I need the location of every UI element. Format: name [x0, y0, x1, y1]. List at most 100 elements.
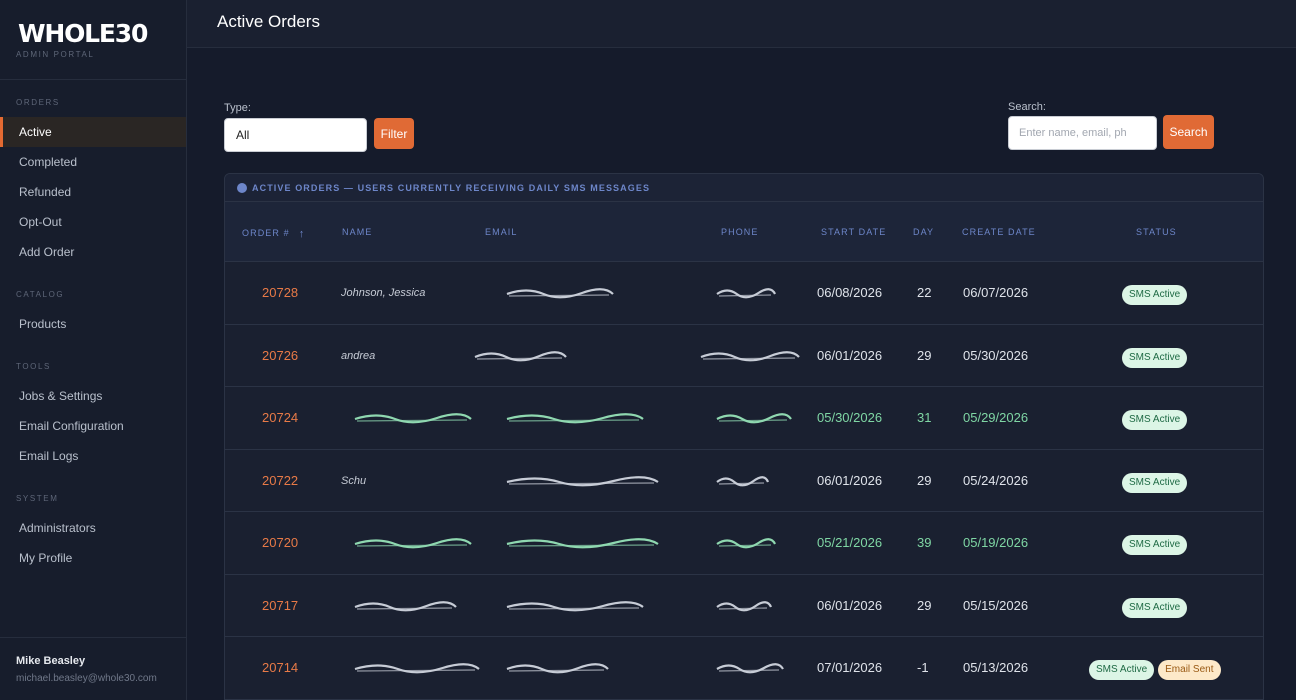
table-body: 20728 Johnson, Jessica 06/08/2026 22 06/…: [225, 262, 1263, 700]
col-phone[interactable]: PHONE: [721, 227, 759, 237]
orders-table: ACTIVE ORDERS — USERS CURRENTLY RECEIVIN…: [224, 173, 1264, 700]
col-status[interactable]: STATUS: [1136, 227, 1177, 237]
day-count: -1: [917, 660, 929, 675]
col-order-label: ORDER #: [242, 228, 290, 238]
status-cell: SMS Active: [1122, 450, 1188, 512]
name-redacted: [354, 600, 457, 611]
order-number-link[interactable]: 20720: [262, 512, 298, 574]
start-date: 05/21/2026: [817, 535, 883, 550]
order-number-link[interactable]: 20717: [262, 575, 298, 637]
status-badge: SMS Active: [1122, 410, 1188, 430]
order-number-link[interactable]: 20724: [262, 387, 298, 449]
col-start-date[interactable]: START DATE: [821, 227, 886, 237]
create-date: 05/29/2026: [963, 410, 1029, 425]
col-email[interactable]: EMAIL: [485, 227, 518, 237]
phone-redacted: [716, 475, 770, 486]
sidebar-item-jobs-settings[interactable]: Jobs & Settings: [0, 381, 186, 411]
create-date: 05/13/2026: [963, 660, 1029, 675]
email-redacted: [506, 413, 644, 424]
sidebar-item-opt-out[interactable]: Opt-Out: [0, 207, 186, 237]
sidebar-item-administrators[interactable]: Administrators: [0, 513, 186, 543]
name-cell: Johnson, Jessica: [341, 287, 426, 299]
sort-arrow-up-icon[interactable]: ↑: [299, 228, 306, 240]
table-row[interactable]: 20714 07/01/2026 -1 05/13/2026 SMS Activ…: [225, 637, 1263, 700]
page-header: Active Orders: [187, 0, 1296, 48]
table-row[interactable]: 20722 Schu 06/01/2026 29 05/24/2026 SMS …: [225, 450, 1263, 512]
name-cell: andrea: [341, 349, 376, 362]
sidebar-item-email-configuration[interactable]: Email Configuration: [0, 411, 186, 441]
order-number-link[interactable]: 20728: [262, 262, 298, 324]
search-label: Search:: [1008, 101, 1046, 113]
sidebar-item-refunded[interactable]: Refunded: [0, 177, 186, 207]
table-row[interactable]: 20726 andrea 06/01/2026 29 05/30/2026 SM…: [225, 325, 1263, 387]
name-redacted: [354, 413, 472, 424]
table-header: ORDER # ↑ NAME EMAIL PHONE START DATE DAY…: [225, 202, 1263, 262]
order-number-link[interactable]: 20714: [262, 637, 298, 699]
sidebar-item-my-profile[interactable]: My Profile: [0, 543, 186, 573]
search-button[interactable]: Search: [1163, 115, 1214, 149]
status-badge: SMS Active: [1122, 597, 1188, 618]
table-row[interactable]: 20728 Johnson, Jessica 06/08/2026 22 06/…: [225, 262, 1263, 325]
sidebar-item-products[interactable]: Products: [0, 309, 186, 339]
day-count: 22: [917, 285, 932, 300]
order-number-link[interactable]: 20722: [262, 450, 298, 512]
status-cell: SMS Active: [1122, 262, 1188, 324]
col-order[interactable]: ORDER # ↑: [242, 227, 306, 240]
nav-section-title: SYSTEM: [16, 494, 59, 503]
sidebar: WHOLE30 ADMIN PORTAL ORDERS Active Complet…: [0, 0, 187, 700]
status-cell: SMS Active: [1122, 325, 1188, 387]
user-name: Mike Beasley: [16, 655, 86, 667]
status-badge: SMS Active: [1122, 285, 1188, 305]
table-row[interactable]: 20724 05/30/2026 31 05/29/2026 SMS Activ…: [225, 387, 1263, 450]
status-badge: SMS Active: [1122, 472, 1188, 493]
whole30-logo[interactable]: WHOLE30: [18, 20, 186, 48]
user-email: michael.beasley@whole30.com: [16, 673, 157, 684]
create-date: 06/07/2026: [963, 285, 1029, 300]
create-date: 05/30/2026: [963, 347, 1029, 363]
col-create-date[interactable]: CREATE DATE: [962, 227, 1036, 237]
table-row[interactable]: 20720 05/21/2026 39 05/19/2026 SMS Activ…: [225, 512, 1263, 575]
table-title-text: ACTIVE ORDERS — USERS CURRENTLY RECEIVIN…: [252, 183, 651, 193]
create-date: 05/24/2026: [963, 472, 1029, 488]
filter-button[interactable]: Filter: [374, 118, 414, 149]
type-select[interactable]: All: [224, 118, 367, 152]
day-count: 29: [917, 472, 932, 488]
email-redacted: [506, 475, 659, 486]
table-title: ACTIVE ORDERS — USERS CURRENTLY RECEIVIN…: [225, 174, 1263, 202]
sidebar-item-email-logs[interactable]: Email Logs: [0, 441, 186, 471]
day-count: 31: [917, 410, 932, 425]
phone-redacted: [716, 600, 773, 611]
user-box: Mike Beasley michael.beasley@whole30.com: [0, 637, 186, 700]
table-row[interactable]: 20717 06/01/2026 29 05/15/2026 SMS Activ…: [225, 575, 1263, 637]
col-name[interactable]: NAME: [342, 227, 372, 237]
start-date: 06/01/2026: [817, 347, 883, 363]
order-number-link[interactable]: 20726: [262, 325, 298, 387]
name-redacted: [354, 663, 480, 674]
status-cell: SMS Active Email Sent: [1089, 637, 1221, 699]
start-date: 06/01/2026: [817, 472, 883, 488]
sidebar-item-completed[interactable]: Completed: [0, 147, 186, 177]
sidebar-item-active[interactable]: Active: [0, 117, 186, 147]
email-redacted: [506, 600, 644, 611]
phone-redacted: [716, 288, 776, 299]
email-redacted: [506, 663, 609, 674]
phone-redacted: [716, 538, 776, 549]
nav-section-title: CATALOG: [16, 290, 65, 299]
nav-section-title: TOOLS: [16, 362, 51, 371]
col-day[interactable]: DAY: [913, 227, 934, 237]
start-date: 07/01/2026: [817, 660, 883, 675]
day-count: 29: [917, 597, 932, 613]
name-cell: Schu: [341, 474, 367, 487]
phone-redacted: [716, 663, 784, 674]
status-badge: SMS Active: [1089, 660, 1155, 680]
nav-section-title: ORDERS: [16, 98, 60, 107]
sidebar-nav: ORDERS Active Completed Refunded Opt-Out Add …: [0, 80, 186, 573]
start-date: 06/01/2026: [817, 597, 883, 613]
search-input[interactable]: [1008, 116, 1157, 150]
email-redacted: [474, 350, 567, 361]
status-cell: SMS Active: [1122, 387, 1188, 449]
start-date: 05/30/2026: [817, 410, 883, 425]
status-badge: SMS Active: [1122, 347, 1188, 368]
type-label: Type:: [224, 102, 251, 114]
sidebar-item-add-order[interactable]: Add Order: [0, 237, 186, 267]
